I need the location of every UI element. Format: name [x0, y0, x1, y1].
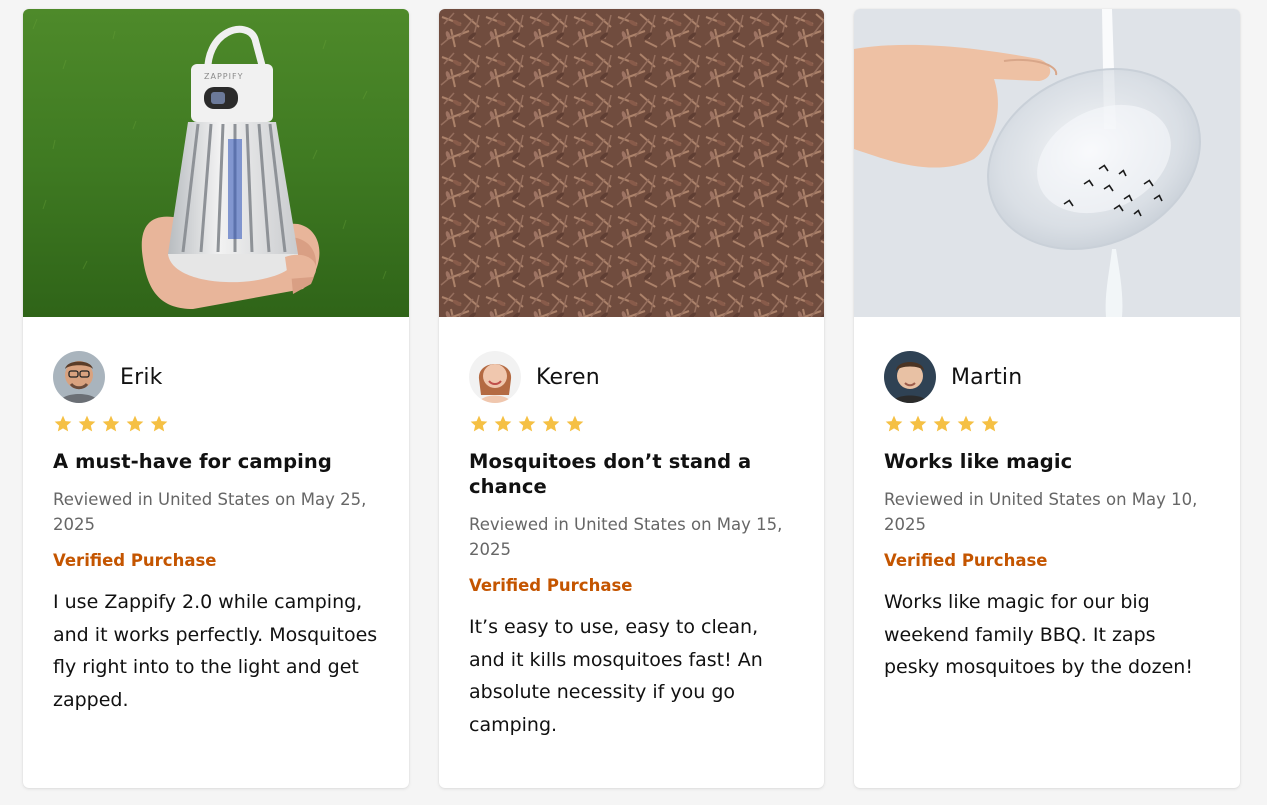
review-title: Works like magic [884, 450, 1073, 473]
reviewer-name: Erik [120, 364, 163, 390]
star-icon [53, 414, 73, 434]
review-meta: Reviewed in United States on May 15, 202… [469, 515, 783, 559]
star-icon [77, 414, 97, 434]
reviewer: Keren [469, 351, 794, 403]
review-photo-bowl-rinsing[interactable] [854, 9, 1240, 317]
review-title: A must-have for camping [53, 450, 332, 473]
verified-purchase-badge: Verified Purchase [53, 551, 217, 570]
review-card: Martin Works like magic Reviewed in Unit… [854, 9, 1240, 788]
review-text: I use Zappify 2.0 while camping, and it … [53, 591, 378, 711]
verified-purchase-badge: Verified Purchase [469, 576, 633, 595]
star-icon [565, 414, 585, 434]
star-icon [469, 414, 489, 434]
star-icon [932, 414, 952, 434]
verified-purchase-badge: Verified Purchase [884, 551, 1048, 570]
star-icon [980, 414, 1000, 434]
review-card: ZAPPIFY Erik A must-have for camping Rev… [23, 9, 409, 788]
star-rating [469, 414, 794, 436]
star-icon [493, 414, 513, 434]
star-icon [125, 414, 145, 434]
device-brand-text: ZAPPIFY [204, 72, 243, 81]
review-text: Works like magic for our big weekend fam… [884, 591, 1193, 678]
review-meta: Reviewed in United States on May 25, 202… [53, 490, 367, 534]
reviewer-avatar [884, 351, 936, 403]
review-title: Mosquitoes don’t stand a chance [469, 450, 752, 498]
star-icon [149, 414, 169, 434]
review-cards: ZAPPIFY Erik A must-have for camping Rev… [23, 9, 1240, 788]
star-icon [908, 414, 928, 434]
star-icon [884, 414, 904, 434]
reviewer-avatar [53, 351, 105, 403]
star-icon [541, 414, 561, 434]
star-icon [956, 414, 976, 434]
review-photo-zapper-in-hand[interactable]: ZAPPIFY [23, 9, 409, 317]
reviewer-avatar [469, 351, 521, 403]
reviewer: Erik [53, 351, 379, 403]
review-card: Keren Mosquitoes don’t stand a chance Re… [439, 9, 824, 788]
star-rating [884, 414, 1210, 436]
review-photo-dead-mosquitoes[interactable] [439, 9, 824, 317]
star-rating [53, 414, 379, 436]
review-text: It’s easy to use, easy to clean, and it … [469, 616, 763, 736]
reviewer: Martin [884, 351, 1210, 403]
reviewer-name: Keren [536, 364, 600, 390]
star-icon [101, 414, 121, 434]
star-icon [517, 414, 537, 434]
reviewer-name: Martin [951, 364, 1023, 390]
review-meta: Reviewed in United States on May 10, 202… [884, 490, 1198, 534]
